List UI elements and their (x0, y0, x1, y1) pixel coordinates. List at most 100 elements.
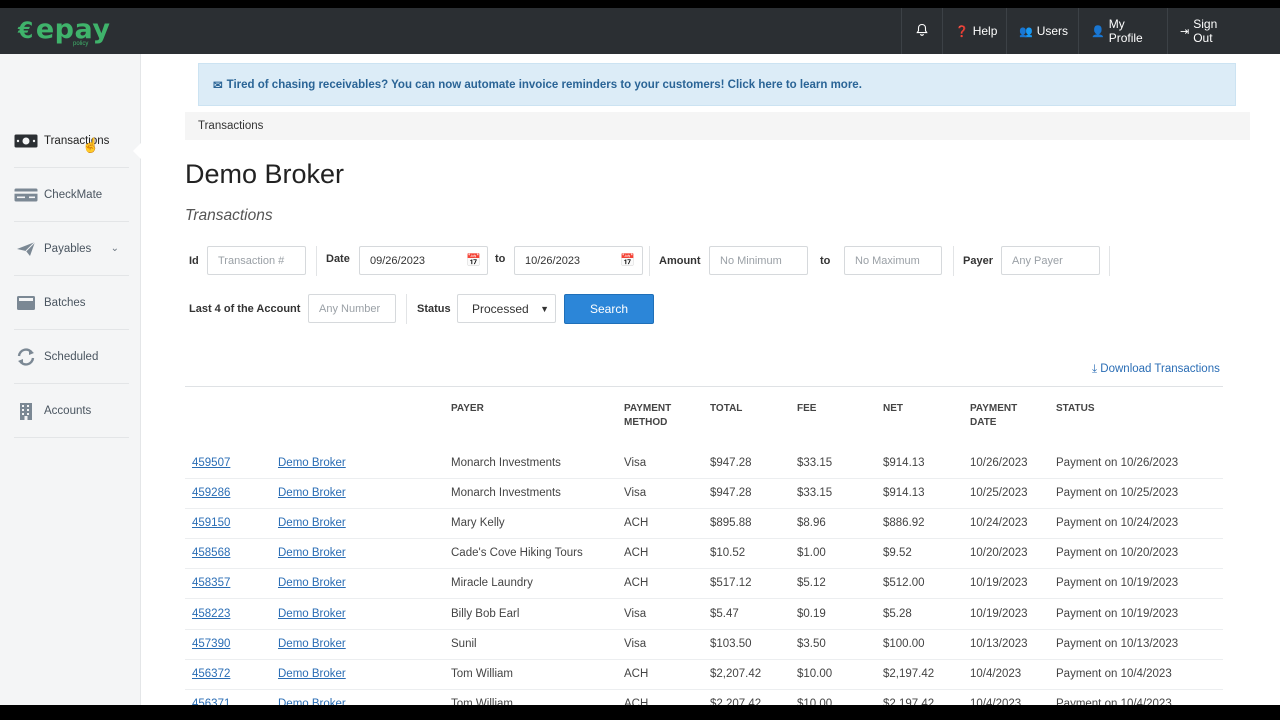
column-header-net[interactable]: NET (883, 402, 903, 416)
table-row[interactable]: 456372 Demo Broker Tom William ACH $2,207.42… (185, 660, 1223, 690)
sidebar-item-transactions[interactable]: Transactions (14, 114, 129, 168)
table-row[interactable]: 459507 Demo Broker Monarch Investments Visa… (185, 449, 1223, 479)
net-cell: $9.52 (883, 547, 912, 559)
payment-method-cell: Visa (624, 487, 647, 499)
column-header-total[interactable]: TOTAL (710, 402, 742, 416)
status-select-value: Processed (472, 301, 529, 316)
payment-date-cell: 10/4/2023 (970, 698, 1022, 705)
payer-cell: Cade's Cove Hiking Tours (451, 547, 583, 559)
status-select[interactable]: Processed ▼ (457, 294, 556, 323)
transaction-id-link[interactable]: 456372 (192, 668, 230, 680)
header-label: PAYER (451, 403, 484, 414)
transaction-id-link[interactable]: 459150 (192, 517, 230, 529)
total-cell: $10.52 (710, 547, 746, 559)
broker-link[interactable]: Demo Broker (278, 577, 346, 589)
money-icon (14, 133, 38, 149)
card-icon (14, 187, 38, 203)
calendar-icon[interactable]: 📅 (466, 253, 481, 267)
mouse-cursor-icon: ☝ (82, 137, 100, 153)
table-row[interactable]: 457390 Demo Broker Sunil Visa $103.50 $3.50 $1… (185, 630, 1223, 660)
table-row[interactable]: 458223 Demo Broker Billy Bob Earl Visa $5.47… (185, 600, 1223, 630)
search-button[interactable]: Search (564, 294, 654, 324)
broker-link[interactable]: Demo Broker (278, 638, 346, 650)
table-row[interactable]: 458357 Demo Broker Miracle Laundry ACH $517.… (185, 569, 1223, 599)
header-label-line-1: PAYMENT (624, 403, 672, 414)
fee-cell: $10.00 (797, 698, 833, 705)
sidebar-item-accounts[interactable]: Accounts (14, 384, 129, 438)
payment-method-cell: Visa (624, 608, 647, 620)
calendar-icon[interactable]: 📅 (620, 253, 635, 267)
last4-input[interactable] (308, 294, 396, 323)
chevron-down-icon: ⌄ (110, 243, 119, 254)
help-button[interactable]: ❓ Help (942, 8, 1005, 54)
net-cell: $2,197.42 (883, 698, 935, 705)
transaction-id-link[interactable]: 458568 (192, 547, 230, 559)
payer-cell: Sunil (451, 638, 477, 650)
column-header-payment-date[interactable]: PAYMENT DATE (970, 402, 1017, 430)
table-row[interactable]: 459150 Demo Broker Mary Kelly ACH $895.88 $8.… (185, 509, 1223, 539)
transaction-id-link[interactable]: 458223 (192, 608, 230, 620)
payment-date-cell: 10/4/2023 (970, 668, 1022, 680)
promo-banner[interactable]: ✉ Tired of chasing receivables? You can … (198, 63, 1236, 106)
table-row[interactable]: 456371 Demo Broker Tom William ACH $2,207.42… (185, 690, 1223, 705)
status-cell: Payment on 10/19/2023 (1056, 577, 1179, 589)
status-cell: Payment on 10/13/2023 (1056, 638, 1179, 650)
date-to-label: to (495, 253, 506, 265)
download-transactions-link[interactable]: ⤓ Download Transactions (1092, 363, 1220, 376)
broker-link[interactable]: Demo Broker (278, 668, 346, 680)
logo-mark-icon: € (18, 19, 34, 44)
sidebar-item-checkmate[interactable]: CheckMate (14, 168, 129, 222)
header-label-line-1: PAYMENT (970, 403, 1018, 414)
broker-link[interactable]: Demo Broker (278, 457, 346, 469)
amount-max-input[interactable] (844, 246, 942, 275)
payment-method-cell: ACH (624, 668, 649, 680)
users-button[interactable]: 👥 Users (1006, 8, 1078, 54)
transaction-id-link[interactable]: 457390 (192, 638, 230, 650)
epay-logo[interactable]: €epay (18, 14, 110, 45)
fee-cell: $0.19 (797, 608, 826, 620)
sign-out-button[interactable]: ⇥ Sign Out (1167, 8, 1247, 54)
breadcrumb-item: Transactions (198, 120, 264, 132)
broker-link[interactable]: Demo Broker (278, 608, 346, 620)
transaction-id-link[interactable]: 456371 (192, 698, 230, 705)
net-cell: $5.28 (883, 608, 912, 620)
column-header-status[interactable]: STATUS (1056, 402, 1095, 416)
sidebar-item-payables[interactable]: Payables ⌄ (14, 222, 129, 276)
users-icon: 👥 (1019, 25, 1033, 38)
net-cell: $914.13 (883, 457, 925, 469)
total-cell: $2,207.42 (710, 668, 762, 680)
broker-link[interactable]: Demo Broker (278, 487, 346, 499)
payer-cell: Tom William (451, 668, 513, 680)
payment-method-cell: Visa (624, 457, 647, 469)
transaction-id-link[interactable]: 459286 (192, 487, 230, 499)
table-row[interactable]: 458568 Demo Broker Cade's Cove Hiking Tour… (185, 539, 1223, 569)
broker-link[interactable]: Demo Broker (278, 698, 346, 705)
sidebar-item-label: Scheduled (44, 350, 99, 363)
column-header-fee[interactable]: FEE (797, 402, 816, 416)
sign-out-label: Sign Out (1193, 17, 1218, 45)
filter-divider (316, 246, 317, 276)
sidebar-item-scheduled[interactable]: Scheduled (14, 330, 129, 384)
fee-cell: $10.00 (797, 668, 833, 680)
table-row[interactable]: 459286 Demo Broker Monarch Investments Visa… (185, 479, 1223, 509)
column-header-payer[interactable]: PAYER (451, 402, 484, 416)
column-header-payment-method[interactable]: PAYMENT METHOD (624, 402, 671, 430)
sidebar-item-batches[interactable]: Batches (14, 276, 129, 330)
status-cell: Payment on 10/19/2023 (1056, 608, 1179, 620)
broker-link[interactable]: Demo Broker (278, 547, 346, 559)
filter-divider (649, 246, 650, 276)
notifications-button[interactable] (901, 8, 941, 54)
transaction-id-link[interactable]: 458357 (192, 577, 230, 589)
my-profile-button[interactable]: 👤 My Profile (1078, 8, 1167, 54)
header-label: STATUS (1056, 403, 1095, 414)
amount-min-input[interactable] (709, 246, 808, 275)
net-cell: $100.00 (883, 638, 925, 650)
payer-cell: Miracle Laundry (451, 577, 533, 589)
status-filter-label: Status (417, 303, 451, 315)
broker-link[interactable]: Demo Broker (278, 517, 346, 529)
transaction-id-link[interactable]: 459507 (192, 457, 230, 469)
payer-input[interactable] (1001, 246, 1100, 275)
logo-subtext: policy (73, 41, 89, 47)
transaction-id-input[interactable] (207, 246, 306, 275)
amount-to-label: to (820, 255, 831, 267)
